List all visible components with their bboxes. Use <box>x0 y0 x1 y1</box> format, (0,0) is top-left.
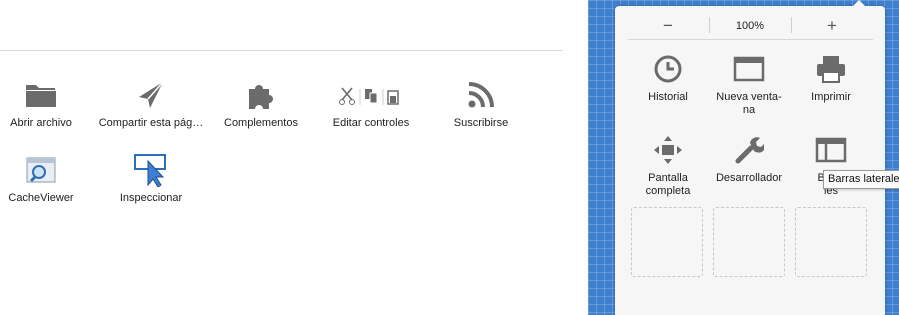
zoom-reset-button[interactable]: 100% <box>710 13 790 39</box>
paper-plane-icon <box>91 75 211 115</box>
palette-divider <box>0 50 563 51</box>
palette-item-suscribirse[interactable]: Suscribirse <box>421 75 541 129</box>
printer-icon <box>788 51 874 87</box>
cacheviewer-icon <box>0 150 101 190</box>
palette-item-compartir[interactable]: Compartir esta pág… <box>91 75 211 129</box>
new-window-icon <box>706 51 792 87</box>
empty-slot <box>713 207 785 277</box>
paste-icon <box>387 90 399 105</box>
palette-item-label: Abrir archivo <box>10 117 72 129</box>
palette-item-label: Inspeccionar <box>119 192 183 204</box>
panel-item-desarrollador[interactable]: Desarrollador <box>706 132 792 185</box>
cut-icon <box>339 87 355 105</box>
zoom-in-button[interactable]: + <box>792 13 872 39</box>
palette-item-editar-controles[interactable]: Editar controles <box>311 75 431 129</box>
panel-item-label: Historial <box>648 91 688 103</box>
palette-item-label: CacheViewer <box>8 192 74 204</box>
inspect-icon <box>91 150 211 190</box>
copy-icon <box>365 89 378 104</box>
zoom-controls: − 100% + <box>628 13 873 40</box>
rss-icon <box>421 75 541 115</box>
sidebar-icon <box>788 132 874 168</box>
palette-item-complementos[interactable]: Complementos <box>201 75 321 129</box>
panel-item-label: Imprimir <box>811 91 851 103</box>
tooltip: Barras laterales <box>823 170 899 189</box>
wrench-icon <box>706 132 792 168</box>
palette-item-label: Suscribirse <box>453 117 509 129</box>
clock-icon <box>625 51 711 87</box>
zoom-out-button[interactable]: − <box>628 13 708 39</box>
palette-item-cacheviewer[interactable]: CacheViewer <box>0 150 101 204</box>
palette-item-label: Compartir esta pág… <box>98 117 204 129</box>
empty-slot <box>795 207 867 277</box>
puzzle-icon <box>201 75 321 115</box>
panel-item-label: Pantalla completa <box>645 172 691 197</box>
panel-item-pantalla-completa[interactable]: Pantalla completa <box>625 132 711 198</box>
palette-item-label: Complementos <box>224 117 298 129</box>
empty-slot <box>631 207 703 277</box>
folder-icon <box>0 75 101 115</box>
panel-item-nueva-ventana[interactable]: Nueva venta- na <box>706 51 792 117</box>
panel-item-historial[interactable]: Historial <box>625 51 711 104</box>
edit-controls-icon <box>311 75 431 115</box>
palette-item-label: Editar controles <box>332 117 410 129</box>
panel-item-label: Desarrollador <box>715 172 783 184</box>
panel-arrow <box>852 0 866 7</box>
palette-item-abrir-archivo[interactable]: Abrir archivo <box>0 75 101 129</box>
fullscreen-icon <box>625 132 711 168</box>
panel-item-imprimir[interactable]: Imprimir <box>788 51 874 104</box>
panel-item-label: Nueva venta- na <box>716 91 782 116</box>
palette-item-inspeccionar[interactable]: Inspeccionar <box>91 150 211 204</box>
